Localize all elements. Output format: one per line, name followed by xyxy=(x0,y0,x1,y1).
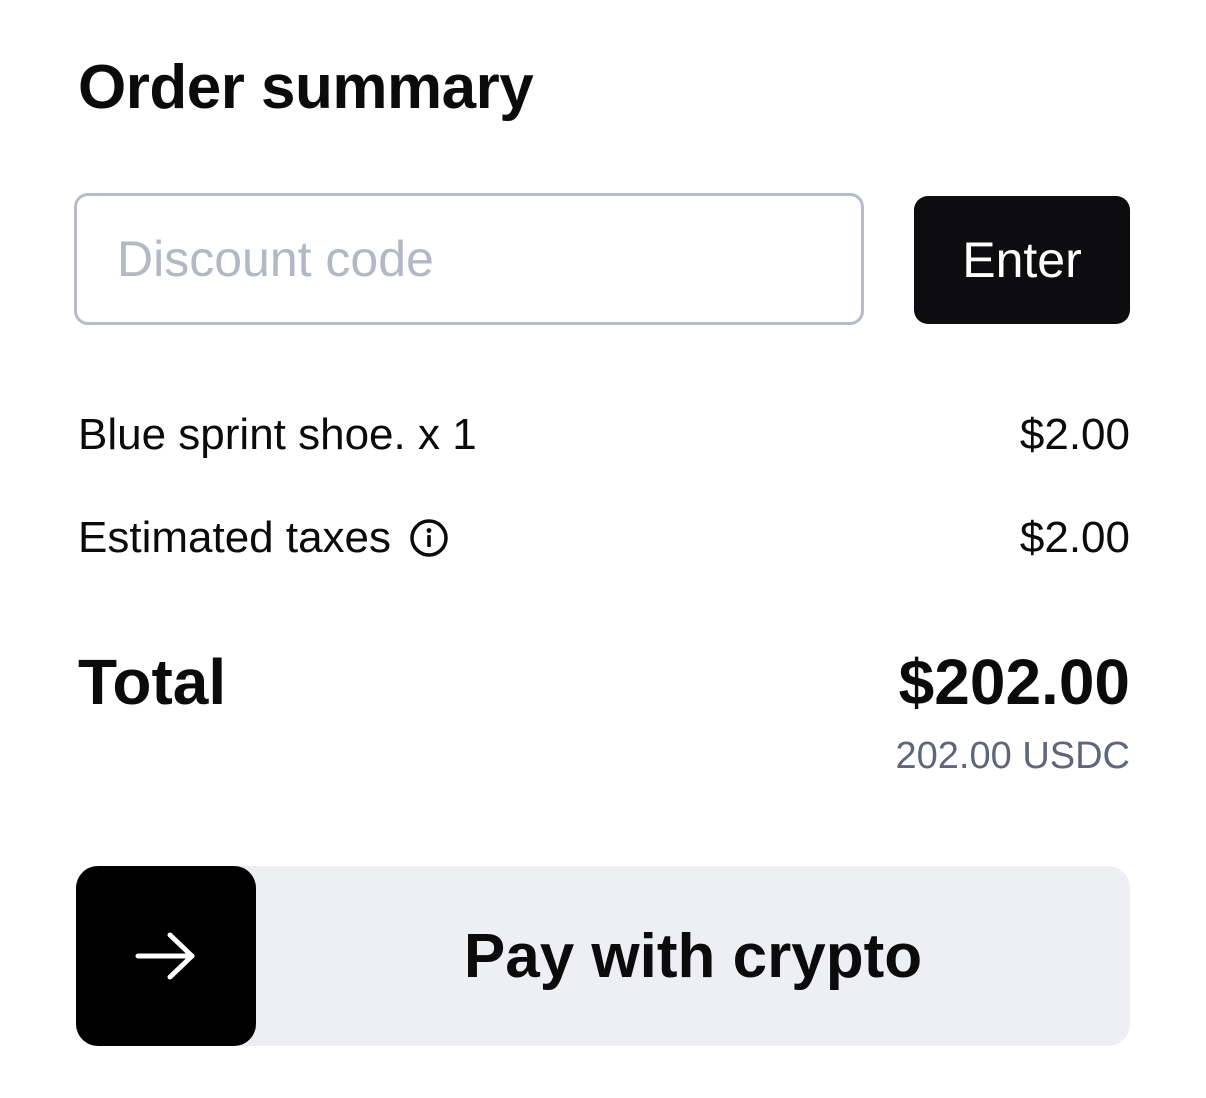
arrow-right-icon xyxy=(76,866,256,1046)
estimated-taxes-label-group: Estimated taxes xyxy=(78,513,449,563)
pay-with-crypto-button[interactable]: Pay with crypto xyxy=(76,866,1130,1046)
info-icon[interactable] xyxy=(409,518,449,558)
estimated-taxes-row: Estimated taxes $2.00 xyxy=(78,508,1130,568)
estimated-taxes-label: Estimated taxes xyxy=(78,513,392,562)
line-item-amount: $2.00 xyxy=(1019,410,1130,459)
discount-code-row: Enter xyxy=(74,193,1130,327)
total-amount: $202.00 xyxy=(898,646,1130,718)
enter-discount-button[interactable]: Enter xyxy=(914,196,1130,324)
total-crypto-amount: 202.00 USDC xyxy=(895,735,1130,777)
pay-with-crypto-label: Pay with crypto xyxy=(463,921,923,991)
line-item-label: Blue sprint shoe. x 1 xyxy=(78,410,477,459)
line-item-row: Blue sprint shoe. x 1 $2.00 xyxy=(78,405,1130,465)
discount-code-input[interactable] xyxy=(74,193,864,325)
total-label: Total xyxy=(78,646,227,718)
total-row: Total $202.00 xyxy=(78,640,1130,724)
estimated-taxes-amount: $2.00 xyxy=(1019,513,1130,562)
order-summary-title: Order summary xyxy=(78,53,534,122)
